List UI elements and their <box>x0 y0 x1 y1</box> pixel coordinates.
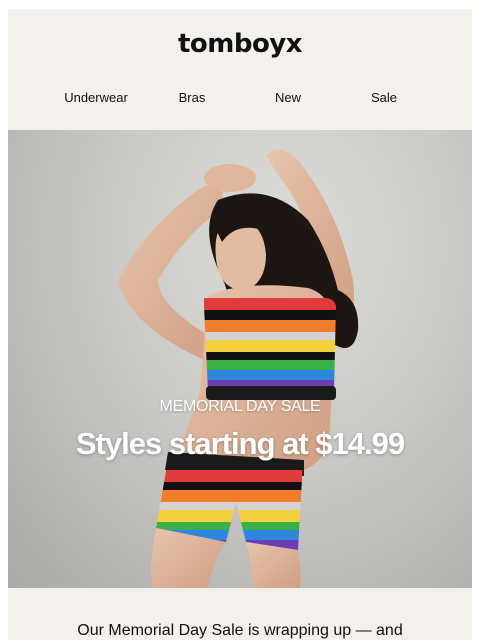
body-intro-text: Our Memorial Day Sale is wrapping up — a… <box>77 622 403 639</box>
nav-item-sale[interactable]: Sale <box>371 90 397 105</box>
nav-item-underwear[interactable]: Underwear <box>64 90 128 105</box>
hero-headline[interactable]: Styles starting at $14.99 <box>8 426 472 462</box>
brand-logo[interactable]: tomboyx <box>8 29 472 59</box>
nav-item-new[interactable]: New <box>275 90 301 105</box>
main-nav: Underwear Bras New Sale <box>8 90 472 108</box>
hero-eyebrow: MEMORIAL DAY SALE <box>159 398 321 415</box>
email-container: tomboyx Underwear Bras New Sale MEMORIAL… <box>8 9 472 640</box>
hero-photo <box>118 149 359 588</box>
nav-item-bras[interactable]: Bras <box>179 90 206 105</box>
hero-banner[interactable]: MEMORIAL DAY SALE Styles starting at $14… <box>8 130 472 588</box>
